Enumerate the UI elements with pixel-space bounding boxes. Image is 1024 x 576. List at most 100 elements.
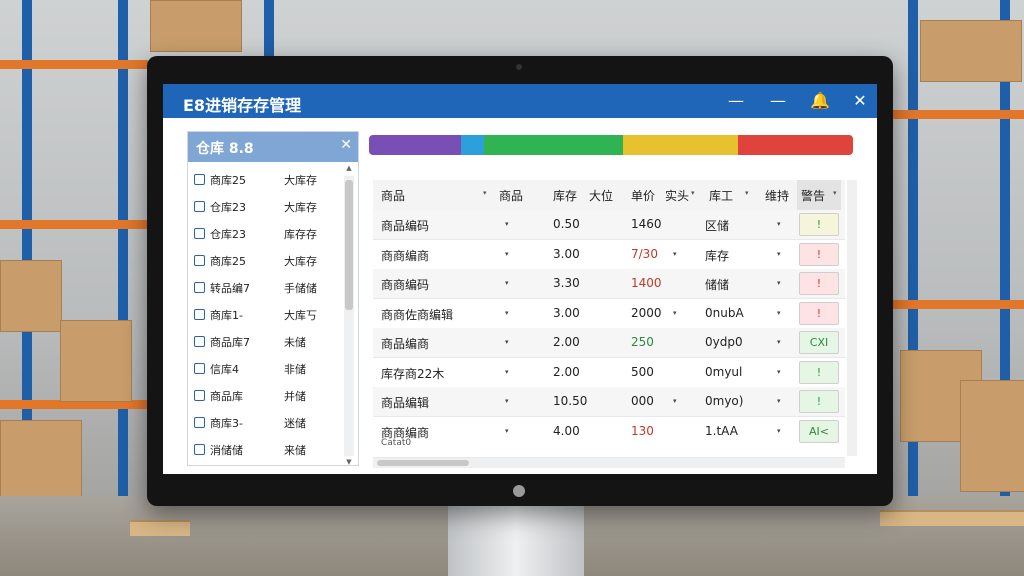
table-vertical-scrollbar[interactable] — [847, 180, 857, 456]
row-dropdown-icon[interactable]: ▾ — [505, 279, 509, 287]
checkbox[interactable] — [194, 390, 205, 401]
row-dropdown-icon[interactable]: ▾ — [673, 397, 677, 405]
row-dropdown-icon[interactable]: ▾ — [777, 220, 781, 228]
scroll-down-icon[interactable]: ▼ — [344, 458, 354, 466]
panel-close-icon[interactable]: ✕ — [340, 137, 352, 153]
cell-code: 0myul — [705, 364, 743, 379]
row-dropdown-icon[interactable]: ▾ — [777, 250, 781, 258]
category-color-band — [369, 135, 853, 155]
bell-icon[interactable]: 🔔 — [809, 90, 831, 112]
list-item[interactable]: 仓库23 库存存 — [188, 220, 338, 247]
close-icon[interactable]: ✕ — [849, 90, 871, 112]
table-row[interactable]: 商品编辑 ▾ 10.50 000 ▾ 0myo) ▾! — [373, 387, 845, 417]
row-dropdown-icon[interactable]: ▾ — [777, 368, 781, 376]
list-item[interactable]: 商库25 大库存 — [188, 166, 338, 193]
col-header[interactable]: 单价 — [631, 187, 655, 204]
scroll-thumb[interactable] — [345, 180, 353, 310]
cell-name: 商商编码 — [381, 278, 430, 292]
monitor: E8进销存存管理 — — 🔔 ✕ 仓库 8.8 ✕ 商库25 大库存 仓库23 大库存… — [147, 56, 893, 506]
cell-code: 0myo) — [705, 394, 744, 408]
list-item-value: 大库存 — [284, 201, 317, 214]
checkbox[interactable] — [194, 255, 205, 266]
checkbox[interactable] — [194, 201, 205, 212]
row-dropdown-icon[interactable]: ▾ — [505, 220, 509, 228]
checkbox[interactable] — [194, 309, 205, 320]
list-item[interactable]: 商库25 大库存 — [188, 247, 338, 274]
checkbox[interactable] — [194, 417, 205, 428]
row-dropdown-icon[interactable]: ▾ — [505, 368, 509, 376]
col-dropdown-icon[interactable]: ▾ — [833, 189, 837, 197]
cell-sub: Catat0 — [381, 437, 412, 448]
table-row[interactable]: 商商编商 ▾ 3.00 7/30 ▾ 库存 ▾! — [373, 240, 845, 270]
checkbox[interactable] — [194, 444, 205, 455]
cell-name: 商品编辑 — [381, 396, 430, 410]
col-header[interactable]: 维持 — [765, 187, 789, 204]
list-item[interactable]: 转品编7 手储储 — [188, 274, 338, 301]
checkbox[interactable] — [194, 174, 205, 185]
table-row[interactable]: 商品编商 ▾ 2.00 250 0ydp0 ▾ CXI — [373, 328, 845, 358]
row-dropdown-icon[interactable]: ▾ — [673, 250, 677, 258]
band-segment — [622, 135, 738, 155]
row-dropdown-icon[interactable]: ▾ — [505, 309, 509, 317]
col-header[interactable]: 商品 — [381, 187, 405, 204]
list-item[interactable]: 商库1- 大库丂 — [188, 301, 338, 328]
cell-code: 区储 — [705, 219, 730, 233]
table-row[interactable]: 商商佐商编辑 ▾ 3.00 2000 ▾ 0nubA ▾! — [373, 299, 845, 329]
cell-qty: 0.50 — [553, 217, 580, 231]
table-row[interactable]: 商品编码 ▾ 0.50 1460 区储 ▾! — [373, 210, 845, 240]
checkbox[interactable] — [194, 228, 205, 239]
list-item-name: 商库1- — [210, 309, 243, 322]
scroll-up-icon[interactable]: ▲ — [344, 164, 354, 172]
col-dropdown-icon[interactable]: ▾ — [745, 189, 749, 197]
minimize-button[interactable]: — — [767, 90, 789, 112]
list-item-value: 未储 — [284, 336, 306, 349]
panel-title: 仓库 8.8 — [196, 141, 254, 157]
list-item[interactable]: 信库4 非储 — [188, 355, 338, 382]
row-dropdown-icon[interactable]: ▾ — [777, 309, 781, 317]
panel-header: 仓库 8.8 ✕ — [188, 132, 358, 162]
col-header[interactable]: 商品 — [499, 187, 523, 204]
col-header[interactable]: 大位 — [589, 187, 613, 204]
list-scrollbar[interactable]: ▲ ▼ — [344, 164, 354, 466]
list-item[interactable]: 商品库 并储 — [188, 382, 338, 409]
table-horizontal-scrollbar[interactable] — [373, 458, 845, 468]
cell-qty: 3.30 — [553, 276, 580, 290]
rack-beam — [892, 110, 1024, 119]
row-dropdown-icon[interactable]: ▾ — [505, 338, 509, 346]
pallet — [130, 520, 190, 536]
cardboard-box — [0, 260, 62, 332]
list-item[interactable]: 仓库23 大库存 — [188, 193, 338, 220]
row-dropdown-icon[interactable]: ▾ — [777, 397, 781, 405]
checkbox[interactable] — [194, 282, 205, 293]
list-item[interactable]: 消储储 来储 — [188, 436, 338, 463]
cell-qty: 2.00 — [553, 364, 580, 379]
cell-qty: 2.00 — [553, 335, 580, 349]
table-row[interactable]: 库存商22木 ▾ 2.00 500 0myul ▾! — [373, 358, 845, 388]
list-item[interactable]: 商品库7 未储 — [188, 328, 338, 355]
table-row[interactable]: 商商编商 Catat0 ▾ 4.00 130 1.tAA ▾ AI< — [373, 417, 845, 458]
list-item[interactable]: 商库3- 迷储 — [188, 409, 338, 436]
row-dropdown-icon[interactable]: ▾ — [673, 309, 677, 317]
checkbox[interactable] — [194, 363, 205, 374]
col-header[interactable]: 库工 — [709, 187, 733, 204]
pallet — [880, 510, 1024, 526]
list-item-value: 迷储 — [284, 417, 306, 430]
table-row[interactable]: 商商编码 ▾ 3.30 1400 储储 ▾! — [373, 269, 845, 299]
row-dropdown-icon[interactable]: ▾ — [777, 279, 781, 287]
minimize-icon[interactable]: — — [725, 90, 747, 112]
col-dropdown-icon[interactable]: ▾ — [483, 189, 487, 197]
row-dropdown-icon[interactable]: ▾ — [777, 427, 781, 435]
col-dropdown-icon[interactable]: ▾ — [691, 189, 695, 197]
row-dropdown-icon[interactable]: ▾ — [505, 250, 509, 258]
row-dropdown-icon[interactable]: ▾ — [777, 338, 781, 346]
list-item-name: 信库4 — [210, 363, 239, 376]
status-badge: ! — [799, 242, 839, 266]
hscroll-thumb[interactable] — [377, 460, 469, 466]
col-header[interactable]: 实头 — [665, 187, 689, 204]
col-header-warning[interactable]: 警告 — [801, 187, 825, 204]
checkbox[interactable] — [194, 336, 205, 347]
status-badge: CXI — [799, 331, 839, 354]
row-dropdown-icon[interactable]: ▾ — [505, 427, 509, 435]
row-dropdown-icon[interactable]: ▾ — [505, 397, 509, 405]
col-header[interactable]: 库存 — [553, 187, 577, 204]
